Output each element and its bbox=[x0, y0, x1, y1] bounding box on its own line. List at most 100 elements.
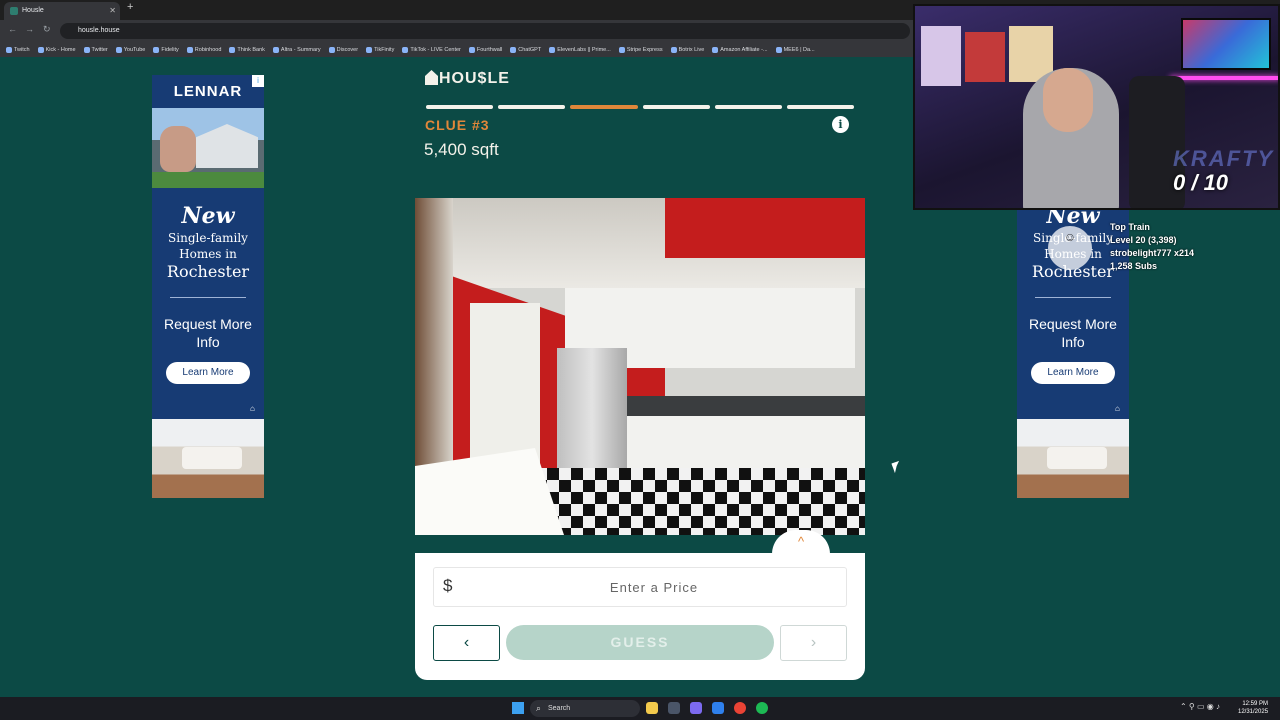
url-text: housle.house bbox=[78, 27, 120, 34]
bookmark-item[interactable]: MEE6 | Da... bbox=[775, 46, 815, 53]
bookmark-favicon-icon bbox=[366, 46, 373, 53]
bookmark-favicon-icon bbox=[468, 46, 475, 53]
house-logo-icon bbox=[425, 70, 438, 85]
bookmark-favicon-icon bbox=[272, 46, 279, 53]
bookmark-label: ChatGPT bbox=[518, 46, 542, 53]
bookmark-favicon-icon bbox=[712, 46, 719, 53]
bookmark-favicon-icon bbox=[186, 46, 193, 53]
bookmark-item[interactable]: Fourthwall bbox=[468, 46, 503, 53]
bookmark-label: Fourthwall bbox=[476, 46, 503, 53]
back-icon[interactable]: ← bbox=[8, 24, 17, 34]
bookmark-item[interactable]: YouTube bbox=[115, 46, 146, 53]
bookmark-label: TikFinity bbox=[374, 46, 395, 53]
logo-text: HOU$LE bbox=[439, 70, 510, 87]
mouse-cursor-icon bbox=[891, 460, 903, 474]
overlay-title: Top Train bbox=[1110, 222, 1150, 232]
left-ad-banner[interactable]: LENNAR i New Single-family Homes in Roch… bbox=[152, 75, 264, 498]
new-tab-icon[interactable]: + bbox=[127, 1, 133, 13]
guess-button[interactable]: GUESS bbox=[506, 625, 774, 660]
spotify-icon[interactable] bbox=[756, 702, 768, 714]
bookmark-item[interactable]: Amazon Affiliate -... bbox=[712, 46, 768, 53]
bookmark-item[interactable]: TikFinity bbox=[366, 46, 395, 53]
bookmark-label: Kick - Home bbox=[45, 46, 76, 53]
bookmark-favicon-icon bbox=[6, 46, 12, 53]
housle-logo[interactable]: HOU$LE bbox=[425, 70, 510, 88]
train-avatar-icon: ☺ bbox=[1048, 226, 1092, 270]
bookmark-item[interactable]: ElevenLabs || Prime... bbox=[549, 46, 611, 53]
bookmark-item[interactable]: Twitter bbox=[83, 46, 108, 53]
overlay-user: strobelight777 x214 bbox=[1110, 248, 1195, 258]
clue-value: 5,400 sqft bbox=[424, 140, 499, 159]
ad-divider bbox=[1035, 297, 1111, 298]
price-field[interactable]: $ bbox=[433, 567, 847, 607]
chevron-right-icon: › bbox=[810, 634, 817, 651]
bookmark-item[interactable]: Discover bbox=[328, 46, 358, 53]
chevron-left-icon: ‹ bbox=[463, 634, 470, 651]
bookmark-favicon-icon bbox=[328, 46, 335, 53]
ad-city: Rochester bbox=[166, 262, 250, 281]
bookmark-label: Think Bank bbox=[237, 46, 265, 53]
guess-panel: $ ‹ GUESS › bbox=[415, 553, 865, 680]
ad-learn-more-button[interactable]: Learn More bbox=[1031, 362, 1115, 384]
reload-icon[interactable]: ↻ bbox=[43, 24, 51, 35]
search-label: Search bbox=[548, 705, 571, 712]
next-clue-button[interactable]: › bbox=[780, 625, 847, 661]
info-icon[interactable]: i bbox=[832, 116, 849, 133]
close-tab-icon[interactable]: ✕ bbox=[109, 2, 116, 20]
chevron-up-icon: ^ bbox=[797, 534, 805, 549]
bookmark-item[interactable]: Robinhood bbox=[186, 46, 221, 53]
bookmark-favicon-icon bbox=[402, 46, 409, 53]
system-tray-icons[interactable]: ⌃ ⚲ ▭ ◉ ♪ bbox=[1180, 702, 1220, 711]
bookmark-favicon-icon bbox=[37, 46, 44, 53]
address-bar[interactable]: housle.house bbox=[60, 23, 910, 39]
ad-learn-more-button[interactable]: Learn More bbox=[166, 362, 250, 384]
overlay-subs: 1,258 Subs bbox=[1110, 261, 1158, 271]
bookmark-label: YouTube bbox=[123, 46, 146, 53]
bookmark-item[interactable]: Fidelity bbox=[153, 46, 179, 53]
ad-subheading: Single-family Homes in bbox=[168, 231, 248, 261]
bookmark-item[interactable]: Kick - Home bbox=[37, 46, 76, 53]
bookmark-favicon-icon bbox=[510, 46, 517, 53]
ad-request-text: Request More Info bbox=[1029, 316, 1117, 350]
windows-start-icon[interactable] bbox=[512, 702, 524, 714]
clock[interactable]: 12:59 PM 12/31/2025 bbox=[1238, 700, 1268, 716]
bookmark-item[interactable]: Botrix Live bbox=[670, 46, 705, 53]
bookmark-item[interactable]: ChatGPT bbox=[510, 46, 542, 53]
forward-icon[interactable]: → bbox=[25, 24, 34, 34]
clue-label: CLUE #3 bbox=[425, 117, 490, 133]
stream-score: 0 / 10 bbox=[1173, 170, 1229, 195]
chrome-icon[interactable] bbox=[734, 702, 746, 714]
file-explorer-icon[interactable] bbox=[646, 702, 658, 714]
bookmark-favicon-icon bbox=[229, 46, 236, 53]
terminal-icon[interactable] bbox=[668, 702, 680, 714]
bookmark-item[interactable]: TikTok - LIVE Center bbox=[402, 46, 461, 53]
bookmark-item[interactable]: Twitch bbox=[6, 46, 30, 53]
dollar-sign: $ bbox=[443, 576, 453, 595]
app-icon[interactable] bbox=[712, 702, 724, 714]
bookmark-favicon-icon bbox=[618, 46, 625, 53]
equal-housing-icon: ⌂ bbox=[1115, 404, 1120, 413]
previous-clue-button[interactable]: ‹ bbox=[433, 625, 500, 661]
taskbar-search[interactable]: Search bbox=[530, 700, 640, 717]
listing-photo bbox=[415, 198, 865, 535]
discord-icon[interactable] bbox=[690, 702, 702, 714]
bookmark-label: Altra - Summary bbox=[280, 46, 321, 53]
bookmark-item[interactable]: Altra - Summary bbox=[272, 46, 321, 53]
bookmark-favicon-icon bbox=[775, 46, 782, 53]
ad-house-photo bbox=[152, 108, 264, 188]
bookmark-item[interactable]: Stripe Express bbox=[618, 46, 663, 53]
progress-segment bbox=[786, 105, 855, 109]
browser-tab[interactable]: Housle ✕ bbox=[4, 2, 120, 20]
bookmark-label: Stripe Express bbox=[626, 46, 663, 53]
clue-progress-bar bbox=[426, 105, 855, 109]
adchoices-icon[interactable]: i bbox=[252, 75, 264, 87]
price-input[interactable] bbox=[464, 568, 844, 606]
bookmark-label: Botrix Live bbox=[678, 46, 705, 53]
ad-request-text: Request More Info bbox=[164, 316, 252, 350]
progress-segment bbox=[426, 105, 494, 109]
bookmark-favicon-icon bbox=[670, 46, 677, 53]
clock-time: 12:59 PM bbox=[1242, 701, 1269, 707]
bookmark-label: TikTok - LIVE Center bbox=[410, 46, 461, 53]
bookmark-item[interactable]: Think Bank bbox=[229, 46, 265, 53]
ad-brand: LENNAR bbox=[173, 83, 243, 100]
